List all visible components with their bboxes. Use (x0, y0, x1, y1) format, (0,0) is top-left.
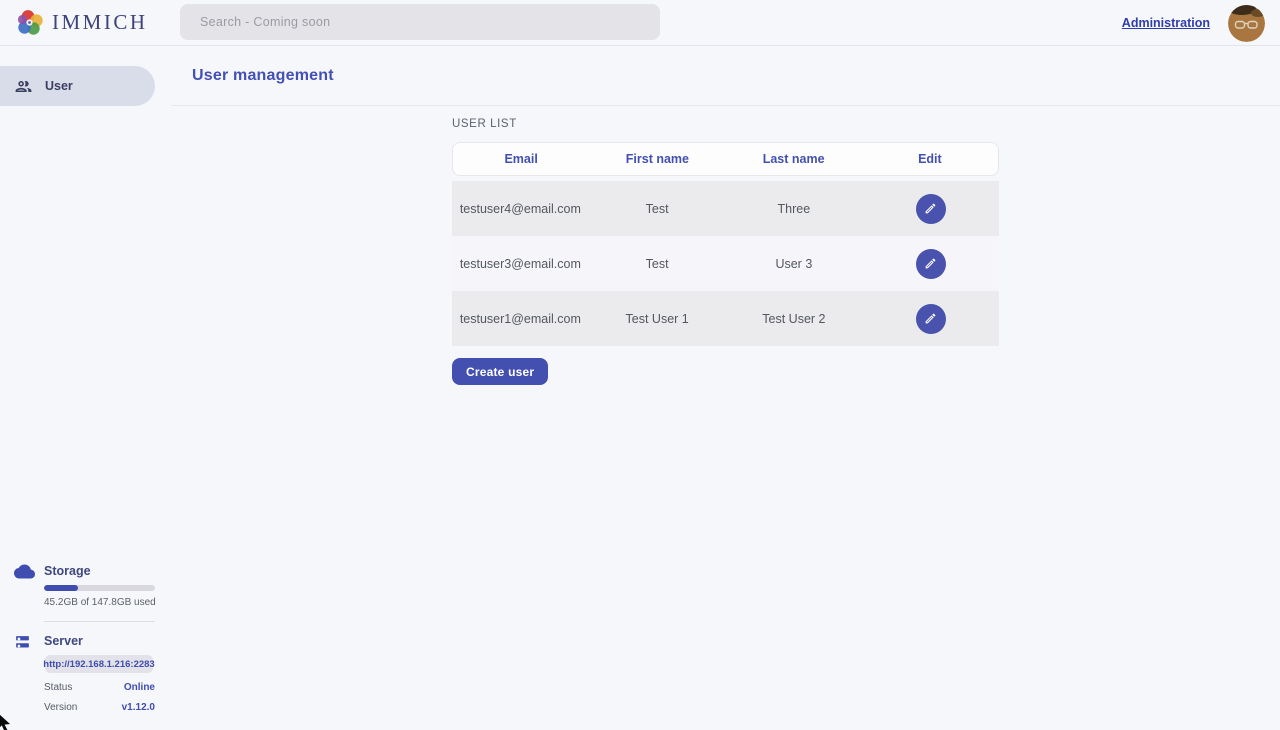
pencil-icon (924, 257, 937, 270)
table-header-row: Email First name Last name Edit (452, 142, 999, 176)
search-input[interactable]: Search - Coming soon (180, 4, 660, 40)
storage-progress-fill (44, 585, 78, 591)
server-status-row: Status Online (44, 682, 155, 693)
brand: IMMICH (0, 9, 148, 36)
user-list-label: USER LIST (452, 118, 1280, 130)
edit-user-button[interactable] (916, 249, 946, 279)
user-avatar[interactable] (1228, 5, 1265, 42)
sidebar: User Storage 45.2GB of 147.8GB used (0, 46, 171, 730)
cell-first-name: Test (589, 202, 726, 216)
cell-email: testuser4@email.com (452, 202, 589, 216)
cell-last-name: Three (726, 202, 863, 216)
cloud-icon (14, 564, 35, 579)
create-user-button[interactable]: Create user (452, 358, 548, 385)
user-table: Email First name Last name Edit testuser… (452, 142, 999, 346)
server-url-chip[interactable]: http://192.168.1.216:2283 (45, 655, 153, 673)
column-header-email: Email (453, 152, 589, 166)
server-version-row: Version v1.12.0 (44, 702, 155, 713)
table-row: testuser3@email.com Test User 3 (452, 236, 999, 291)
pencil-icon (924, 202, 937, 215)
column-header-last-name: Last name (726, 152, 862, 166)
table-row: testuser4@email.com Test Three (452, 181, 999, 236)
version-value: v1.12.0 (122, 702, 155, 713)
cell-last-name: User 3 (726, 257, 863, 271)
immich-logo-icon (17, 9, 44, 36)
status-label: Status (44, 682, 72, 693)
edit-user-button[interactable] (916, 194, 946, 224)
sidebar-divider (44, 621, 155, 622)
server-title: Server (44, 634, 171, 648)
status-value: Online (124, 682, 155, 693)
storage-title: Storage (44, 564, 171, 578)
server-url: http://192.168.1.216:2283 (43, 659, 154, 670)
cell-email: testuser1@email.com (452, 312, 589, 326)
page-title: User management (192, 67, 334, 85)
cell-last-name: Test User 2 (726, 312, 863, 326)
search-placeholder: Search - Coming soon (200, 15, 330, 29)
storage-progress-bar (44, 585, 155, 591)
column-header-first-name: First name (589, 152, 725, 166)
sidebar-item-label: User (45, 79, 73, 93)
top-navbar: IMMICH Search - Coming soon Administrati… (0, 0, 1280, 46)
column-header-edit: Edit (862, 152, 998, 166)
pencil-icon (924, 312, 937, 325)
server-icon (14, 634, 31, 651)
cell-first-name: Test User 1 (589, 312, 726, 326)
storage-usage-text: 45.2GB of 147.8GB used (44, 597, 171, 608)
page-header: User management (171, 46, 1280, 106)
avatar-photo (1228, 5, 1265, 42)
table-body: testuser4@email.com Test Three te (452, 181, 999, 346)
edit-user-button[interactable] (916, 304, 946, 334)
sidebar-item-user[interactable]: User (0, 66, 155, 106)
main-panel: User management USER LIST Email First na… (171, 46, 1280, 730)
cell-email: testuser3@email.com (452, 257, 589, 271)
users-icon (14, 77, 33, 96)
cell-first-name: Test (589, 257, 726, 271)
version-label: Version (44, 702, 77, 713)
brand-name: IMMICH (52, 10, 148, 35)
administration-link[interactable]: Administration (1122, 16, 1210, 30)
table-row: testuser1@email.com Test User 1 Test Use… (452, 291, 999, 346)
sidebar-footer: Storage 45.2GB of 147.8GB used Server ht… (0, 564, 171, 730)
